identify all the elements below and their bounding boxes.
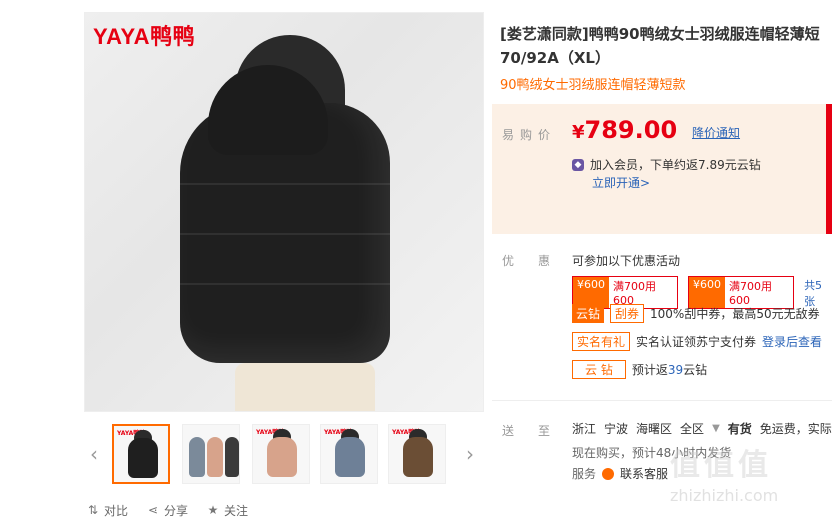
thumbnail-5[interactable]: YAYA鸭鸭 bbox=[388, 424, 446, 484]
share-label: 分享 bbox=[164, 503, 189, 518]
price: ¥789.00 bbox=[572, 116, 677, 144]
shipping-area: 全区 bbox=[680, 422, 705, 436]
service-row: 服务 联系客服 bbox=[572, 465, 668, 482]
product-main-image[interactable]: YAYA鸭鸭 bbox=[84, 12, 484, 412]
scratch-tag: 刮券 bbox=[610, 304, 645, 323]
stock-status: 有货 bbox=[727, 422, 752, 436]
verify-login-link[interactable]: 登录后查看 bbox=[762, 333, 822, 350]
shipping-district: 海曙区 bbox=[636, 422, 673, 436]
quilt-line bbox=[180, 283, 390, 285]
quilt-line bbox=[180, 233, 390, 235]
star-icon: ★ bbox=[207, 503, 219, 517]
service-label: 服务 bbox=[572, 467, 597, 481]
yunzuan-tag: 云 钻 bbox=[572, 360, 626, 379]
shipping-city: 宁波 bbox=[604, 422, 629, 436]
compare-icon: ⇅ bbox=[87, 503, 99, 517]
scratch-offer: 云钻 刮券 100%刮中券，最高50元无敌券 bbox=[572, 304, 820, 323]
section-divider bbox=[492, 400, 832, 401]
customer-service-icon bbox=[602, 467, 615, 480]
action-bar: ⇅ 对比 ⋖ 分享 ★ 关注 bbox=[86, 500, 248, 520]
share-button[interactable]: ⋖ 分享 bbox=[146, 502, 188, 519]
yunzuan-offer: 云 钻 预计返39云钻 bbox=[572, 360, 707, 379]
shipping-label: 送至 bbox=[502, 424, 575, 438]
freight-info: 免运费，实际 bbox=[759, 422, 832, 436]
thumb-figure bbox=[267, 437, 297, 477]
shipping-location[interactable]: 浙江 宁波 海曙区 全区 ▼ 有货 免运费，实际 bbox=[572, 420, 832, 437]
promotions-label: 优惠 bbox=[502, 254, 575, 268]
product-subtitle: 90鸭绒女士羽绒服连帽轻薄短款 bbox=[500, 78, 686, 93]
price-drop-notify-link[interactable]: 降价通知 bbox=[692, 124, 740, 141]
thumb-figure bbox=[207, 437, 223, 477]
thumb-figure bbox=[403, 437, 433, 477]
product-title-size: 70/92A（XL） bbox=[500, 49, 610, 67]
thumbnail-strip: ‹ YAYA鸭鸭 YAYA鸭鸭 YAYA鸭鸭 YAYA鸭鸭 › bbox=[84, 420, 484, 488]
yunzuan-amount: 39 bbox=[667, 363, 684, 377]
member-text: 加入会员，下单约返7.89元云钻 bbox=[590, 158, 761, 172]
promo-stripe bbox=[826, 104, 832, 234]
chevron-down-icon: ▼ bbox=[712, 423, 720, 434]
thumb-figure bbox=[225, 437, 239, 477]
follow-label: 关注 bbox=[224, 503, 249, 518]
follow-button[interactable]: ★ 关注 bbox=[206, 502, 248, 519]
promotions-intro: 可参加以下优惠活动 bbox=[572, 254, 681, 268]
yunzuan-suffix: 云钻 bbox=[683, 363, 708, 377]
scratch-text: 100%刮中券，最高50元无敌券 bbox=[650, 307, 820, 321]
contact-service-link[interactable]: 联系客服 bbox=[620, 465, 668, 482]
price-label: 易购价 bbox=[502, 128, 557, 142]
price-value: 789.00 bbox=[584, 116, 678, 144]
share-icon: ⋖ bbox=[147, 503, 159, 517]
chevron-left-icon[interactable]: ‹ bbox=[84, 440, 104, 468]
verify-text: 实名认证领苏宁支付券 bbox=[636, 335, 757, 349]
shipping-province: 浙江 bbox=[572, 422, 597, 436]
model-pants bbox=[235, 363, 375, 411]
cloud-coin-tag: 云钻 bbox=[572, 304, 605, 323]
thumbnail-1[interactable]: YAYA鸭鸭 bbox=[112, 424, 170, 484]
watermark-logo: 值值值 bbox=[670, 448, 772, 483]
yunzuan-text: 预计返39云钻 bbox=[632, 361, 707, 378]
thumbnail-4[interactable]: YAYA鸭鸭 bbox=[320, 424, 378, 484]
verify-tag: 实名有礼 bbox=[572, 332, 631, 351]
quilt-line bbox=[180, 183, 390, 185]
currency-symbol: ¥ bbox=[572, 122, 585, 143]
member-badge-icon: ◆ bbox=[572, 158, 584, 171]
thumb-figure bbox=[128, 438, 158, 478]
member-offer: ◆ 加入会员，下单约返7.89元云钻 bbox=[572, 156, 761, 173]
chevron-right-icon[interactable]: › bbox=[460, 440, 480, 468]
product-info: [娄艺潇同款]鸭鸭90鸭绒女士羽绒服连帽轻薄短 70/92A（XL） 90鸭绒女… bbox=[500, 22, 832, 93]
watermark-url: zhizhizhi.com bbox=[670, 486, 779, 505]
thumb-figure bbox=[189, 437, 205, 477]
thumb-figure bbox=[335, 437, 365, 477]
member-open-link[interactable]: 立即开通> bbox=[592, 174, 650, 191]
watermark: 值值值 zhizhizhi.com bbox=[670, 440, 832, 520]
compare-label: 对比 bbox=[104, 503, 129, 518]
yunzuan-prefix: 预计返 bbox=[631, 363, 668, 377]
thumbnail-2[interactable] bbox=[182, 424, 240, 484]
thumbnail-3[interactable]: YAYA鸭鸭 bbox=[252, 424, 310, 484]
verify-offer: 实名有礼 实名认证领苏宁支付券 登录后查看 bbox=[572, 332, 822, 351]
price-box: 易购价 ¥789.00 降价通知 ◆ 加入会员，下单约返7.89元云钻 立即开通… bbox=[492, 104, 832, 234]
brand-logo: YAYA鸭鸭 bbox=[93, 24, 196, 49]
compare-button[interactable]: ⇅ 对比 bbox=[86, 502, 128, 519]
product-title: [娄艺潇同款]鸭鸭90鸭绒女士羽绒服连帽轻薄短 bbox=[500, 25, 820, 43]
